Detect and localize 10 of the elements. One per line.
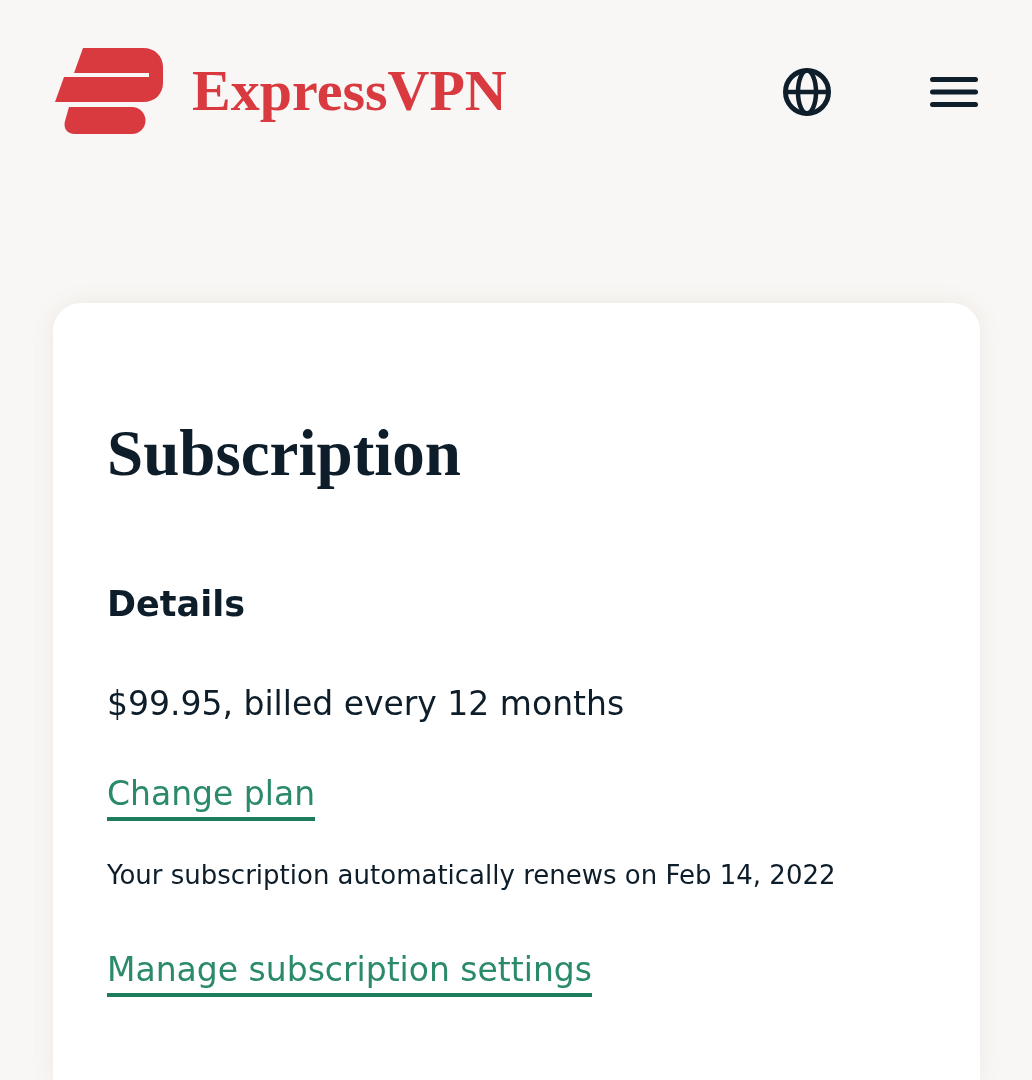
logo-icon[interactable] [53, 48, 163, 134]
text-link[interactable]: Manage subscription settings [107, 948, 592, 997]
renewal-text: Your subscription automatically renews on Feb 14, 2022 [107, 859, 836, 892]
globe-icon[interactable] [783, 68, 831, 116]
brand-name: ExpressVPN [192, 62, 507, 120]
menu-icon[interactable] [930, 76, 978, 107]
section-title: Details [107, 583, 245, 625]
page-title: Subscription [107, 416, 461, 491]
billing-text: $99.95, billed every 12 months [107, 683, 625, 725]
text-link[interactable]: Change plan [107, 772, 316, 821]
